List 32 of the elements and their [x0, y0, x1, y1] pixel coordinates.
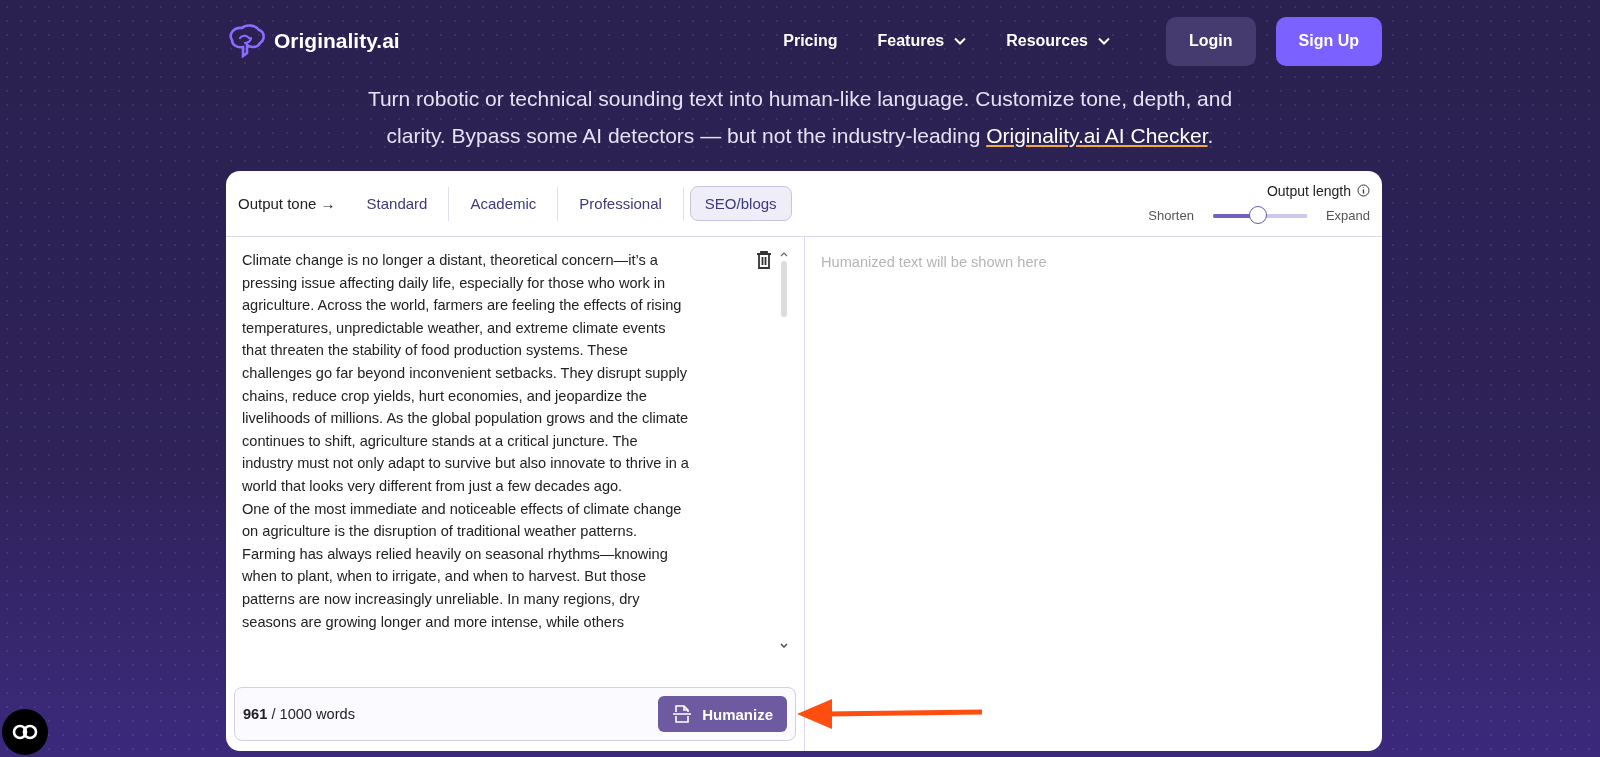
- scrollbar-thumb[interactable]: [781, 261, 787, 317]
- input-paragraph: One of the most immediate and noticeable effects of climate change on agriculture is the disruption of traditional weather patterns. Farming has always relied heavily on seasonal rhythms—knowing when to plant, when to irrigate, and when to harvest. But those patterns are now increasingly unreliable. In many regions, dry seasons are growing longer and more intense, while others: [242, 499, 683, 632]
- subtitle-text: Turn robotic or technical sounding text into human-like language. Customize tone, depth, and clarity. Bypass some AI detectors — but not the industry-leading Originality.ai AI Checker.: [366, 86, 1234, 149]
- trash-icon[interactable]: [756, 251, 772, 269]
- tone-tab[interactable]: Academic: [455, 186, 552, 221]
- tone-tab[interactable]: Standard: [351, 186, 443, 221]
- info-icon[interactable]: [1357, 184, 1370, 197]
- output-tone-label: Output tone →: [238, 195, 336, 212]
- document-scan-icon: [672, 705, 693, 723]
- input-paragraph: Climate change is no longer a distant, theoretical concern—it’s a pressing issue affecting daily life, especially for those who work in agriculture. Across the world, farmers are feeling the effects of rising temperatures, unpredictable weather, and extreme climate events that threaten the stability of food production systems. These challenges go far beyond inconvenient setbacks. They disrupt supply chains, reduce crop yields, hurt economies, and jeopardize the livelihoods of millions. As the global population grows and the climate continues to shift, agriculture stands at a critical juncture. The industry must not only adapt to survive but also innovate to thrive in a world that looks very different from just a few decades ago.: [242, 251, 690, 496]
- humanize-button[interactable]: Humanize: [658, 696, 787, 732]
- nav-link[interactable]: Pricing: [783, 32, 838, 50]
- output-length-label: Output length: [1266, 182, 1351, 199]
- circle-logo-icon[interactable]: [2, 709, 48, 755]
- chevron-down-icon: [954, 37, 967, 45]
- scroll-up-icon[interactable]: [780, 251, 788, 257]
- login-button[interactable]: Login: [1166, 16, 1256, 66]
- word-count: 961 / 1000 words: [243, 706, 355, 722]
- brain-logo-icon[interactable]: [226, 24, 266, 58]
- logo-text[interactable]: Originality.ai: [274, 29, 400, 53]
- sign-up-button[interactable]: Sign Up: [1275, 16, 1382, 66]
- checker-link[interactable]: Originality.ai AI Checker: [986, 124, 1208, 147]
- nav-link[interactable]: Features: [877, 32, 967, 50]
- chevron-down-icon: [1098, 37, 1110, 45]
- scroll-down-icon[interactable]: [780, 643, 788, 649]
- nav-link[interactable]: Resources: [1006, 32, 1110, 50]
- arrow-icon: [796, 697, 984, 731]
- tone-tab[interactable]: SEO/blogs: [689, 186, 792, 221]
- expand-label: Expand: [1325, 208, 1370, 223]
- shorten-label: Shorten: [1148, 208, 1194, 223]
- slider-thumb[interactable]: [1249, 205, 1267, 224]
- tone-tab[interactable]: Professional: [564, 186, 677, 221]
